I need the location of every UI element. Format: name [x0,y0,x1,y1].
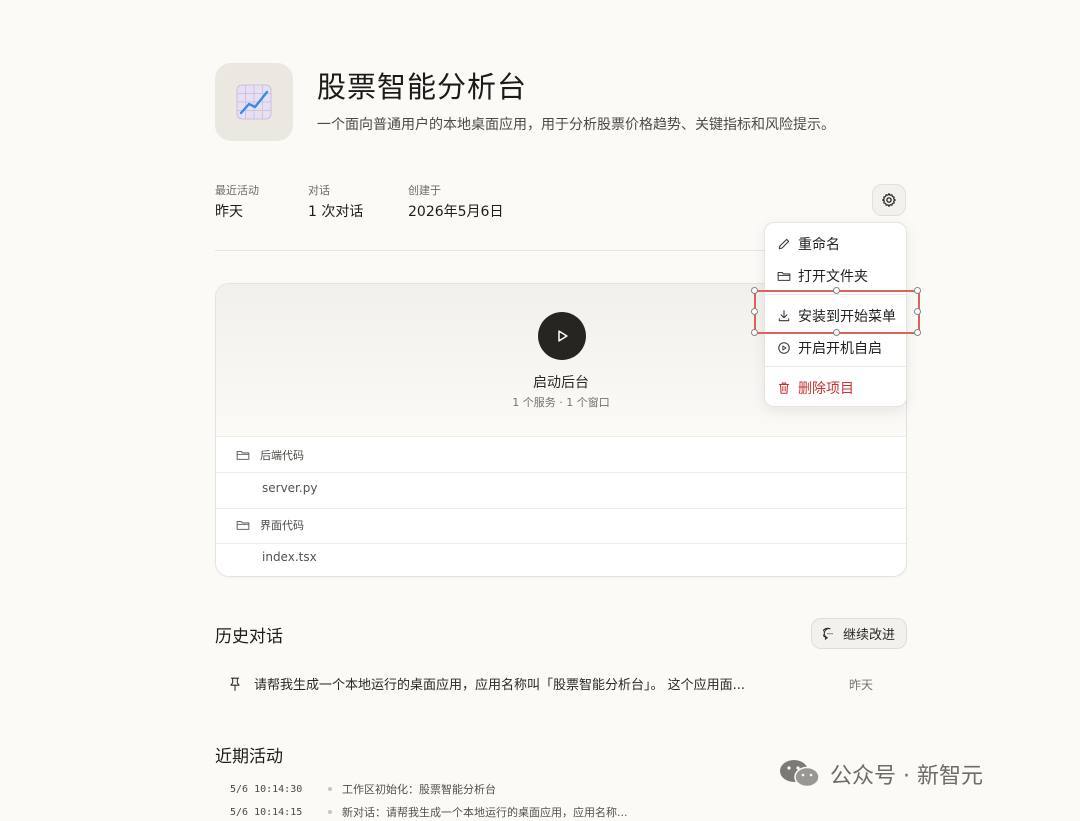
last-activity-value: 昨天 [215,204,243,220]
conversations-label: 对话 [308,184,330,197]
row-divider [216,472,906,473]
folder-label: 界面代码 [260,519,304,532]
folder-icon [236,520,250,530]
activity-title: 近期活动 [215,747,283,767]
row-divider [216,543,906,544]
pencil-icon [778,238,790,250]
folder-icon [236,450,250,460]
menu-item-label: 开启开机自启 [798,341,882,357]
resize-handle[interactable] [751,287,758,294]
conversation-item[interactable]: 请帮我生成一个本地运行的桌面应用，应用名称叫「股票智能分析台」。 这个应用面..… [228,674,745,693]
wechat-icon [780,760,820,788]
start-button[interactable] [538,312,586,360]
menu-item-label: 打开文件夹 [798,269,868,285]
menu-item-rename[interactable]: 重命名 [777,234,840,254]
page-title: 股票智能分析台 [317,70,528,104]
app-icon [215,63,293,141]
play-circle-icon [778,342,790,354]
activity-text: 新对话：请帮我生成一个本地运行的桌面应用，应用名称... [342,806,628,819]
pin-icon [230,677,240,691]
conversation-time: 昨天 [849,678,874,692]
last-activity-label: 最近活动 [215,184,259,197]
menu-separator [765,366,906,367]
gear-icon [882,193,896,207]
file-item-index[interactable]: index.tsx [262,550,317,564]
menu-item-label: 删除项目 [798,381,854,397]
bullet-dot [328,787,332,791]
page-description: 一个面向普通用户的本地桌面应用，用于分析股票价格趋势、关键指标和风险提示。 [317,117,835,133]
activity-entry: 5/6 10:14:30 工作区初始化：股票智能分析台 [230,781,496,797]
folder-label: 后端代码 [260,449,304,462]
file-item-server[interactable]: server.py [262,481,317,495]
bullet-dot [328,810,332,814]
resize-handle[interactable] [751,308,758,315]
conversation-text: 请帮我生成一个本地运行的桌面应用，应用名称叫「股票智能分析台」。 这个应用面..… [254,678,746,693]
row-divider [216,508,906,509]
play-icon [558,330,568,342]
settings-button[interactable] [872,184,906,216]
folder-open-icon [777,271,791,281]
continue-improve-label: 继续改进 [842,628,895,643]
created-label: 创建于 [408,184,441,197]
row-divider [216,436,906,437]
activity-time: 5/6 10:14:15 [230,806,303,818]
selection-highlight [751,287,921,336]
resize-handle[interactable] [914,329,921,336]
activity-time: 5/6 10:14:30 [230,783,303,795]
activity-text: 工作区初始化：股票智能分析台 [342,783,496,796]
resize-handle[interactable] [751,329,758,336]
trash-icon [778,382,790,394]
watermark-text: 公众号 · 新智元 [830,764,983,789]
activity-entry: 5/6 10:14:15 新对话：请帮我生成一个本地运行的桌面应用，应用名称..… [230,804,628,820]
watermark: 公众号 · 新智元 [778,758,983,790]
menu-item-open-folder[interactable]: 打开文件夹 [777,266,868,286]
menu-item-label: 重命名 [798,237,840,253]
resize-handle[interactable] [914,308,921,315]
resize-handle[interactable] [833,329,840,336]
resize-handle[interactable] [914,287,921,294]
continue-improve-button[interactable]: 继续改进 [811,618,907,649]
menu-item-delete[interactable]: 删除项目 [777,378,854,398]
created-value: 2026年5月6日 [408,204,504,220]
chart-grid-icon [236,84,272,120]
conversations-value: 1 次对话 [308,204,364,220]
history-title: 历史对话 [215,627,283,647]
resize-handle[interactable] [833,287,840,294]
folder-group-backend[interactable]: 后端代码 [236,447,304,463]
chat-bubble-icon [822,627,833,640]
folder-group-frontend[interactable]: 界面代码 [236,517,304,533]
menu-item-autostart[interactable]: 开启开机自启 [777,338,882,358]
